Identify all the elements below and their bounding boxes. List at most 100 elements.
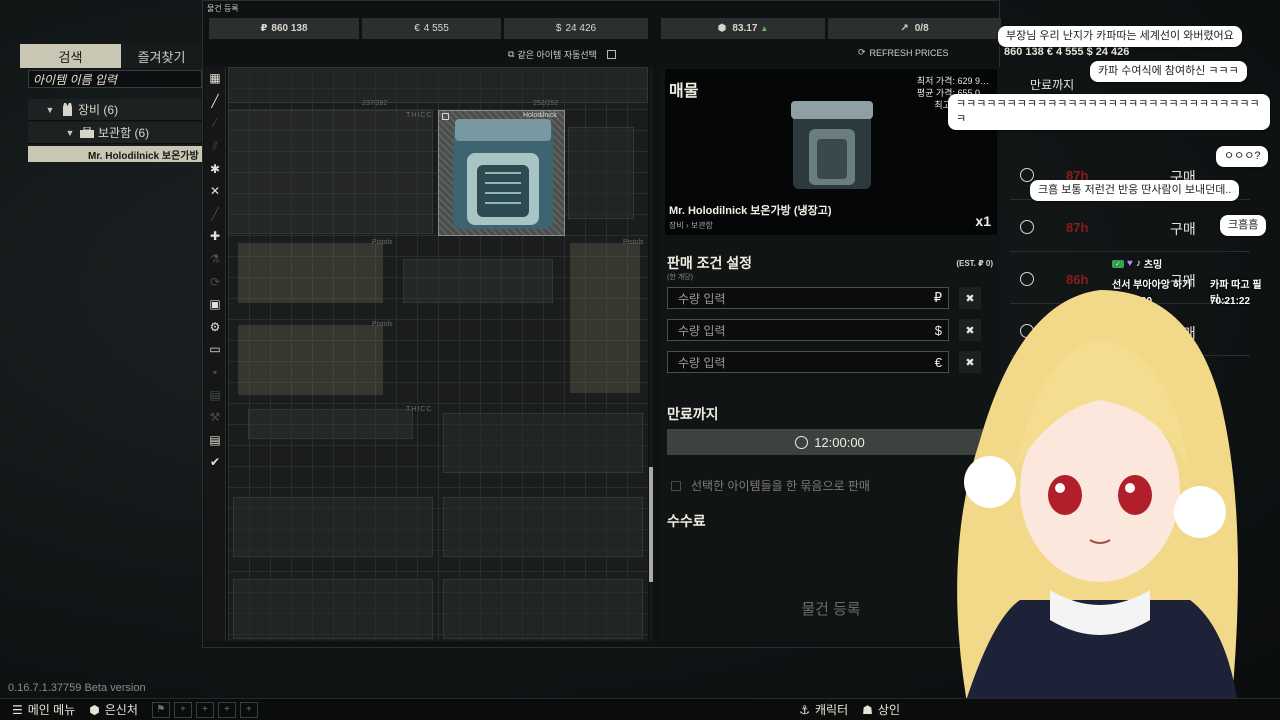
chevron-down-icon: ▼ (45, 104, 55, 115)
case-icon (80, 126, 94, 139)
balance-eur: € 4 555 (362, 18, 501, 39)
grid-item-holodilnick[interactable]: Holodilnick (438, 110, 565, 236)
category-filter-bar: ▦ ╱ ⁄ ⫽ ✱ ✕ ╱ ✚ ⚗ ⟳ ▣ ⚙ ▭ ▪ ▤ ⚒ ▤ ✔ (204, 67, 226, 641)
rating-bar: ⬢ 83.17 ▲ ↗ 0/8 (661, 18, 1001, 39)
stash-grid[interactable]: 237/282 252/252 THICC Holodilnick Pistol… (228, 67, 648, 641)
search-panel: 검색 즐겨찾기 아이템 이름 입력 ▼ 장비 (6) ▼ 보관함 (6) Mr.… (20, 44, 202, 174)
barrel-icon[interactable]: ╱ (204, 203, 226, 226)
tree-item-label: 장비 (6) (78, 103, 119, 117)
refresh-prices-button[interactable]: ⟳ REFRESH PRICES (858, 47, 949, 58)
grid-tag: Pistols (372, 321, 393, 328)
empty-slot-icon[interactable]: + (173, 701, 192, 718)
wrench-icon[interactable]: ⚒ (204, 406, 226, 429)
vest-icon (60, 103, 74, 116)
tree-item-selected[interactable]: Mr. Holodilnick 보온가방 (냉장고) (28, 146, 202, 162)
auto-select-label: 같은 아이템 자동선택 (517, 49, 597, 60)
traders-button[interactable]: ☗ 상인 (862, 701, 900, 718)
bundle-toggle[interactable]: 선택한 아이템들을 한 묶음으로 판매 (671, 477, 870, 494)
offer-count: ↗ 0/8 (828, 18, 1001, 39)
medical-icon[interactable]: ✚ (204, 225, 226, 248)
grid-item[interactable] (443, 413, 643, 473)
grid-item-weapon-case[interactable] (238, 325, 383, 395)
hideout-icon: ⬢ (89, 702, 100, 717)
character-button[interactable]: ⚓ 캐릭터 (799, 701, 848, 718)
grid-item-jerrycan[interactable] (568, 127, 634, 219)
chat-message: 카파 수여식에 참여하신 ㅋㅋㅋ (1090, 61, 1247, 82)
tab-favorites[interactable]: 즐겨찾기 (121, 44, 202, 68)
sale-conditions-title: 판매 조건 설정 (667, 255, 753, 271)
grid-item[interactable] (233, 579, 433, 639)
tree-item-gear[interactable]: ▼ 장비 (6) (28, 99, 202, 121)
grid-item[interactable] (233, 497, 433, 557)
document-icon[interactable]: ▤ (204, 429, 226, 452)
sale-conditions-subtitle: (한 개당) (667, 274, 693, 281)
grid-item[interactable] (443, 497, 643, 557)
thermal-bag-preview-icon (791, 101, 873, 189)
trend-icon: ↗ (900, 23, 909, 34)
main-menu-button[interactable]: ☰ 메인 메뉴 (12, 701, 75, 718)
search-input[interactable]: 아이템 이름 입력 (28, 70, 202, 88)
provisions-icon[interactable]: ▪ (204, 361, 226, 384)
tools-icon[interactable]: ✕ (204, 180, 226, 203)
book-icon[interactable]: ▤ (204, 383, 226, 406)
item-name: Mr. Holodilnick 보온가방 (냉장고) (669, 205, 832, 217)
vtuber-avatar (957, 290, 1240, 720)
grid-item[interactable] (228, 67, 648, 103)
check-circle-icon[interactable]: ✔ (204, 451, 226, 474)
grid-item-weapon-case-vertical[interactable] (570, 243, 640, 393)
traders-icon: ☗ (862, 702, 873, 717)
grid-item-thicc-case[interactable] (228, 110, 433, 234)
auto-select-toggle[interactable]: ⧉ 같은 아이템 자동선택 (508, 47, 648, 61)
item-preview: 매물 최저 가격: 629 9… 평균 가격: 655 0… 최고 가격: 6…… (665, 69, 997, 235)
tree-item-label: 보관함 (6) (98, 126, 150, 140)
weapon-icon[interactable]: ╱ (204, 90, 226, 113)
empty-slot-icon[interactable]: + (195, 701, 214, 718)
grid-tag: Pistols (372, 239, 393, 246)
grid-counter: 237/282 (362, 100, 388, 107)
flea-market-icon[interactable]: ⚑ (151, 701, 170, 718)
gear-vest-icon[interactable]: ▣ (204, 293, 226, 316)
add-offer-window: 물건 등록 ₽ 860 138 € 4 555 $ 24 426 ⧉ 같은 아이… (202, 0, 1001, 648)
knife-icon[interactable]: ⁄ (204, 112, 226, 135)
expire-hours: 87h (1066, 220, 1089, 235)
tab-search[interactable]: 검색 (20, 44, 121, 68)
grid-item[interactable] (443, 579, 643, 639)
empty-slot-icon[interactable]: + (239, 701, 258, 718)
gear-icon[interactable]: ⚙ (204, 316, 226, 339)
chat-message: ㅋㅋㅋㅋㅋㅋㅋㅋㅋㅋㅋㅋㅋㅋㅋㅋㅋㅋㅋㅋㅋㅋㅋㅋㅋㅋㅋㅋㅋㅋ ㅋ (948, 94, 1270, 130)
chevron-down-icon: ▼ (65, 127, 75, 138)
clock-icon (795, 435, 809, 449)
grid-item-long-case[interactable] (248, 409, 413, 439)
scrollbar-thumb[interactable] (649, 467, 653, 582)
bundle-checkbox[interactable] (671, 480, 681, 491)
checkbox-icon (442, 113, 449, 120)
hideout-button[interactable]: ⬢ 은신처 (89, 701, 138, 718)
grid-item-ammo-case[interactable] (403, 259, 553, 303)
window-title: 물건 등록 (207, 4, 239, 13)
refresh-filter-icon[interactable]: ⟳ (204, 270, 226, 293)
preview-label: 매물 (669, 83, 699, 100)
stim-icon[interactable]: ⚗ (204, 248, 226, 271)
briefcase-icon[interactable]: ▭ (204, 338, 226, 361)
grid-item-weapon-case[interactable] (238, 243, 383, 303)
mod-icon[interactable]: ✱ (204, 157, 226, 180)
grid-tag: THICC (406, 406, 433, 413)
grid-counter: 252/252 (533, 100, 559, 107)
grid-all-icon[interactable]: ▦ (204, 67, 226, 90)
empty-slot-icon[interactable]: + (217, 701, 236, 718)
chat-message: 크흠 보통 저런건 반응 딴사람이 보내던데.. (1030, 180, 1240, 201)
auto-select-checkbox[interactable] (606, 49, 616, 59)
market-row[interactable]: 87h 구매 (1010, 202, 1250, 252)
trader-rating: ⬢ 83.17 ▲ (661, 18, 825, 39)
tree-item-containers[interactable]: ▼ 보관함 (6) (28, 122, 202, 144)
thermal-bag-icon (453, 119, 553, 229)
ammo-icon[interactable]: ⫽ (204, 135, 226, 158)
buy-button[interactable]: 구매 (1170, 219, 1196, 239)
grid-scrollbar[interactable] (649, 67, 653, 641)
clock-icon (1020, 220, 1034, 234)
market-expire-header: 만료까지 (1030, 78, 1075, 92)
chat-message: 부장님 우리 난지가 카파따는 세계선이 와버렸어요 (998, 26, 1242, 47)
copy-icon: ⧉ (508, 48, 515, 59)
balance-usd: $ 24 426 (504, 18, 648, 39)
expire-title: 만료까지 (667, 406, 719, 422)
